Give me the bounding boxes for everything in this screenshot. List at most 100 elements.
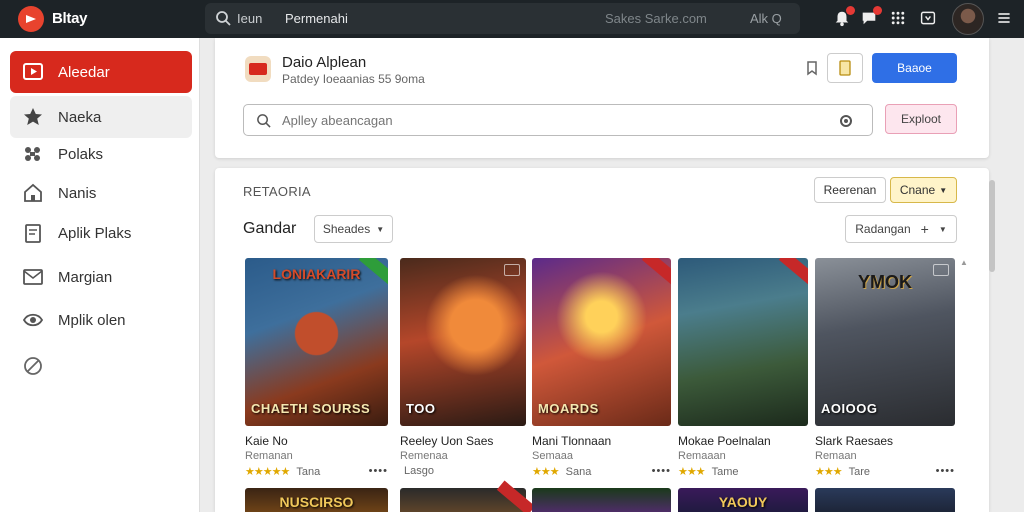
menu-icon[interactable] [994, 8, 1014, 28]
house-icon [24, 183, 42, 202]
more-options-icon[interactable]: •••• [936, 465, 955, 477]
rating-stars: ★★★ [532, 466, 560, 478]
game-card-row2[interactable]: NUSCIRSO [245, 488, 388, 512]
tv-play-icon [23, 63, 43, 80]
chat-icon[interactable] [859, 6, 882, 28]
bookmark-button[interactable] [827, 53, 863, 83]
sub-title: Gandar [243, 220, 297, 237]
game-publisher: Remanan [245, 450, 293, 462]
game-name: Kaie No [245, 434, 288, 448]
rating-count: Tare [848, 466, 871, 478]
game-card[interactable]: LONIAKARIR CHAETH SOURSS Kaie No Remanan… [245, 258, 388, 479]
game-art-title: NUSCIRSO [279, 494, 354, 510]
mail-icon [23, 269, 43, 285]
tag-icon[interactable] [22, 355, 44, 377]
top-tab-1[interactable]: Ieun [237, 11, 262, 26]
puzzle-icon [25, 147, 40, 161]
filter-dropdown-label: Sheades [322, 222, 371, 236]
game-thumbnail[interactable]: TOO [400, 258, 526, 426]
game-card[interactable]: TOO Reeley Uon Saes Remenaa Lasgo [400, 258, 526, 479]
more-options-icon[interactable]: •••• [369, 465, 388, 477]
game-card-row2[interactable] [532, 488, 671, 512]
game-art-title: YMOK [858, 272, 912, 292]
game-meta: ★★★★★ Tana •••• [245, 465, 388, 479]
share-icon[interactable] [805, 60, 819, 76]
sidebar-item-label: Polaks [58, 146, 104, 163]
game-card-row2[interactable] [400, 480, 536, 512]
game-name: Mani Tlonnaan [532, 434, 612, 448]
profile-card-icon[interactable] [918, 8, 938, 28]
sidebar-item-0[interactable]: Aleedar [10, 51, 192, 93]
scrollbar[interactable] [989, 180, 995, 512]
sort-dropdown[interactable]: Radangan + ▼ [845, 215, 957, 243]
game-card[interactable]: MOARDS Mani Tlonnaan Semaaa ★★★ Sana •••… [532, 258, 671, 479]
badge-ribbon [641, 258, 671, 286]
game-art-title: YAOUY [718, 494, 768, 510]
rating-count: Tame [711, 466, 739, 478]
game-card[interactable]: YMOK AOIOOG Slark Raesaes Remaan ★★★ Tar… [815, 258, 955, 479]
game-thumbnail[interactable] [678, 258, 808, 426]
sidebar-item-label: Aplik Plaks [58, 225, 132, 242]
chevron-down-icon: ▼ [939, 185, 948, 195]
game-publisher: Semaaa [532, 450, 573, 462]
secondary-button[interactable]: Reerenan [814, 177, 886, 203]
rating-stars: ★★★★★ [245, 466, 290, 478]
top-search-bar[interactable]: Ieun Permenahi Sakes Sarke.com Alk Q [205, 3, 800, 34]
search-icon [257, 114, 271, 128]
explore-button[interactable]: Exploot [885, 104, 957, 134]
sidebar-item-5[interactable]: Margian [10, 256, 192, 298]
app-icon [245, 56, 271, 82]
badge-ribbon [496, 480, 536, 512]
sidebar-item-1[interactable]: Naeka [10, 96, 192, 138]
gear-icon[interactable] [838, 113, 854, 129]
star-icon [24, 108, 42, 125]
sidebar-item-label: Naeka [58, 109, 102, 126]
game-art-subtitle: CHAETH SOURSS [251, 401, 371, 416]
app-logo-icon[interactable] [18, 6, 44, 32]
primary-action-button[interactable]: Baaoe [872, 53, 957, 83]
game-thumbnail[interactable]: YMOK AOIOOG [815, 258, 955, 426]
corner-badge [504, 264, 520, 276]
yellow-dropdown-button[interactable]: Cnane ▼ [890, 177, 957, 203]
sidebar-item-3[interactable]: Nanis [10, 172, 192, 214]
add-icon: + [920, 221, 929, 237]
notification-bell-icon[interactable] [832, 6, 855, 28]
chevron-down-icon: ▼ [376, 224, 385, 234]
game-publisher: Remaan [815, 450, 857, 462]
filter-dropdown[interactable]: Sheades ▼ [314, 215, 393, 243]
language-selector[interactable]: Alk Q [750, 11, 782, 26]
more-options-icon[interactable]: •••• [652, 465, 671, 477]
bookmark-icon [839, 60, 851, 76]
game-card-row2[interactable]: YAOUY [678, 488, 808, 512]
game-card[interactable]: Mokae Poelnalan Remaaan ★★★ Tame [678, 258, 808, 479]
apps-grid-icon[interactable] [888, 8, 908, 28]
sidebar-item-4[interactable]: Aplik Plaks [10, 212, 192, 254]
notification-dot [846, 6, 855, 15]
app-search-field[interactable] [243, 104, 873, 136]
rating-count: Sana [565, 466, 592, 478]
sidebar-item-label: Mplik olen [58, 312, 126, 329]
app-subtitle: Patdey Ioeaanias 55 9oma [282, 72, 425, 86]
user-avatar[interactable] [952, 3, 984, 35]
section-title: RETAORIA [243, 184, 311, 199]
content-card: RETAORIA Reerenan Cnane ▼ Gandar Sheades… [215, 168, 989, 512]
sort-dropdown-label: Radangan [855, 222, 911, 236]
sidebar-item-6[interactable]: Mplik olen [10, 299, 192, 341]
app-title: Bltay [52, 10, 88, 27]
game-thumbnail[interactable]: LONIAKARIR CHAETH SOURSS [245, 258, 388, 426]
scroll-up-arrow-icon[interactable]: ▲ [960, 258, 968, 267]
game-publisher: Remaaan [678, 450, 726, 462]
game-meta: ★★★ Sana •••• [532, 465, 671, 479]
explore-label: Exploot [900, 112, 942, 126]
game-thumbnail[interactable]: MOARDS [532, 258, 671, 426]
scrollbar-thumb[interactable] [989, 180, 995, 272]
app-search-input[interactable] [282, 110, 832, 130]
game-name: Reeley Uon Saes [400, 434, 494, 448]
sidebar-item-2[interactable]: Polaks [10, 133, 192, 175]
rating-count: Tana [296, 466, 321, 478]
secondary-button-label: Reerenan [823, 183, 877, 197]
top-tab-2[interactable]: Permenahi [285, 11, 348, 26]
game-meta: Lasgo [400, 465, 526, 479]
game-card-row2[interactable] [815, 488, 955, 512]
game-meta: ★★★ Tare •••• [815, 465, 955, 479]
